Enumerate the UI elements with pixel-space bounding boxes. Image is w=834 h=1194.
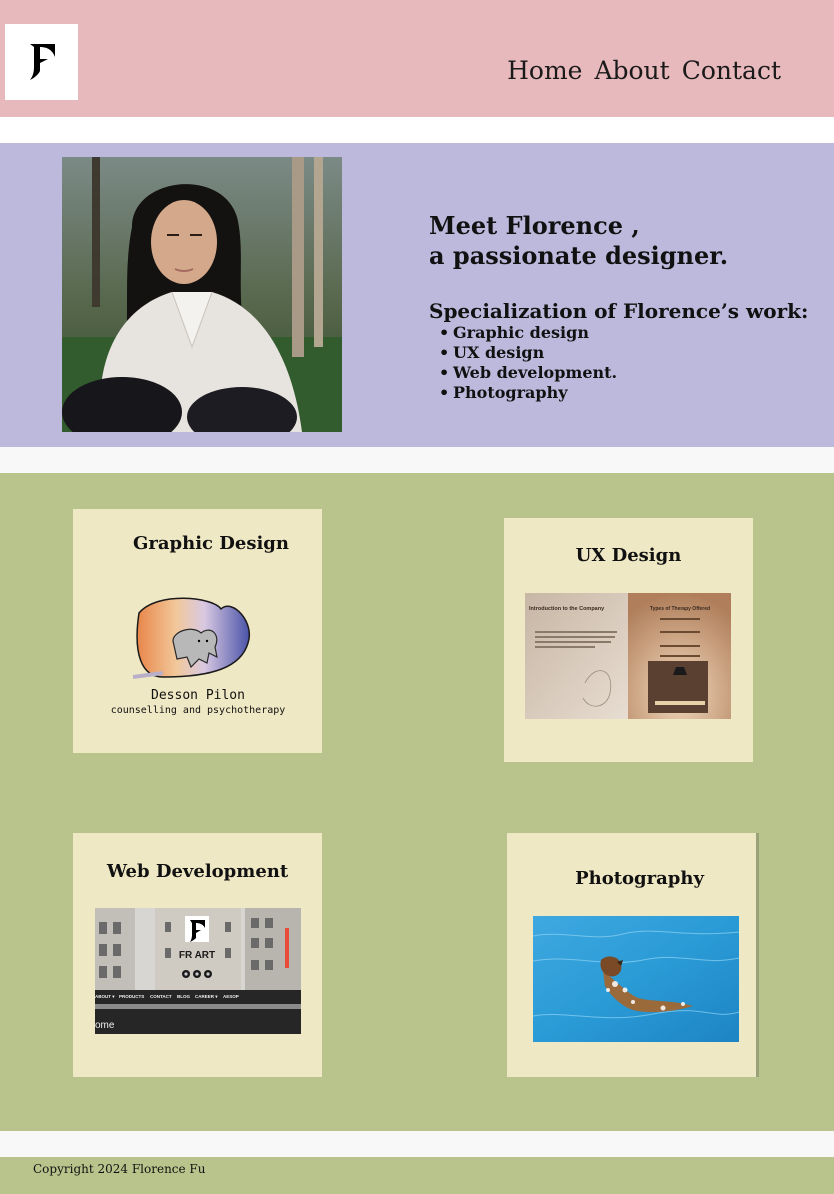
divider	[0, 1131, 834, 1157]
list-item: Photography	[439, 383, 808, 403]
thumb-text: counselling and psychotherapy	[111, 705, 286, 716]
thumb-text: FR ART	[179, 950, 215, 961]
card-web-development[interactable]: Web Development FR ART ABOUT ▾ PRODUCTS …	[73, 833, 322, 1077]
site-header: Home About Contact	[0, 0, 834, 117]
intro-section: Meet Florence , a passionate designer. S…	[0, 143, 834, 447]
card-photography[interactable]: Photography	[507, 833, 756, 1077]
card-ux-design[interactable]: UX Design Introduction to the Company Ty…	[504, 518, 753, 762]
thumb-text: Types of Therapy Offered	[650, 606, 710, 612]
intro-title: Meet Florence , a passionate designer.	[429, 211, 808, 271]
logo[interactable]	[5, 24, 78, 100]
web-development-thumbnail: FR ART ABOUT ▾ PRODUCTS CONTACT BLOG CAR…	[95, 908, 301, 1034]
specialization-list: Graphic design UX design Web development…	[439, 323, 808, 403]
thumb-text: ABOUT ▾	[95, 994, 115, 999]
card-title: Web Development	[106, 861, 289, 882]
card-title: Photography	[575, 868, 704, 889]
intro-title-line1: Meet Florence ,	[429, 211, 640, 240]
divider	[0, 117, 834, 143]
copyright-text: Copyright 2024 Florence Fu	[33, 1162, 206, 1176]
list-item: UX design	[439, 343, 808, 363]
thumb-text: ome	[95, 1020, 115, 1031]
intro-title-line2: a passionate designer.	[429, 241, 729, 270]
card-title: Graphic Design	[133, 533, 289, 554]
thumb-text: PRODUCTS	[119, 994, 144, 999]
card-title: UX Design	[575, 545, 682, 566]
intro-text: Meet Florence , a passionate designer. S…	[429, 211, 808, 403]
main-nav: Home About Contact	[507, 56, 781, 85]
site-footer: Copyright 2024 Florence Fu	[0, 1157, 834, 1194]
nav-home-link[interactable]: Home	[507, 56, 582, 85]
nav-contact-link[interactable]: Contact	[682, 56, 781, 85]
thumb-text: Desson Pilon	[151, 688, 245, 703]
thumb-text: CAREER ▾	[195, 994, 218, 999]
thumb-text: BLOG	[177, 994, 190, 999]
portfolio-section: Graphic Design Desson Pilon counselling …	[0, 473, 834, 1131]
f-logo-icon	[30, 44, 55, 80]
ux-design-thumbnail: Introduction to the Company Types of The…	[525, 593, 731, 719]
nav-about-link[interactable]: About	[594, 56, 669, 85]
card-graphic-design[interactable]: Graphic Design Desson Pilon counselling …	[73, 509, 322, 753]
thumb-text: CONTACT	[150, 994, 172, 999]
photography-thumbnail	[533, 916, 739, 1042]
graphic-design-thumbnail: Desson Pilon counselling and psychothera…	[103, 593, 293, 723]
divider	[0, 447, 834, 473]
list-item: Web development.	[439, 363, 808, 383]
portrait-photo	[62, 157, 342, 432]
thumb-text: AESOP	[223, 994, 239, 999]
specialization-heading: Specialization of Florence’s work:	[429, 299, 809, 323]
thumb-text: Introduction to the Company	[529, 606, 605, 612]
list-item: Graphic design	[439, 323, 808, 343]
